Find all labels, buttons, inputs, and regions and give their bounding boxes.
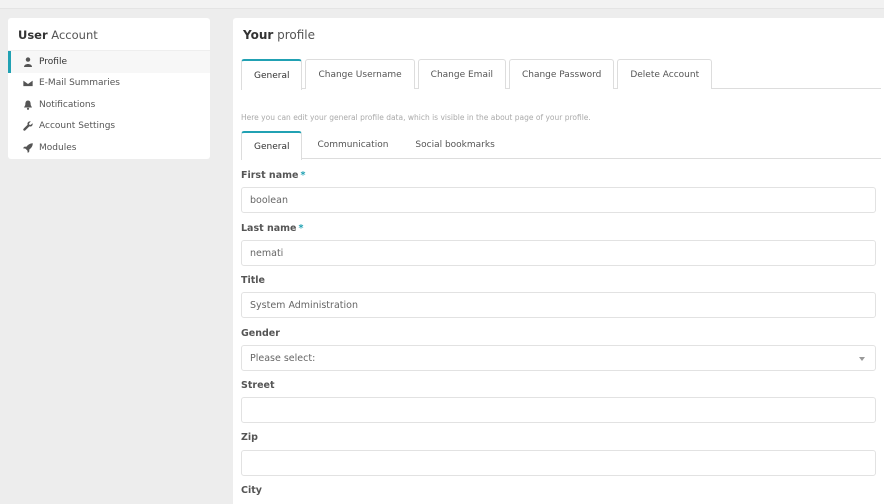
bell-icon: [21, 100, 35, 110]
account-sidebar: User Account Profile E-Mail Summaries No…: [8, 18, 210, 159]
required-marker: *: [300, 170, 306, 181]
required-marker: *: [298, 223, 304, 234]
rocket-icon: [21, 142, 35, 153]
tab-general[interactable]: General: [241, 59, 303, 90]
subtab-communication[interactable]: Communication: [305, 131, 400, 159]
sidebar-title: User Account: [8, 18, 210, 51]
sidebar-item-label: Account Settings: [39, 121, 116, 132]
wrench-icon: [21, 121, 35, 132]
tab-change-email[interactable]: Change Email: [417, 59, 506, 89]
user-icon: [21, 57, 35, 67]
street-input[interactable]: [241, 397, 876, 423]
sidebar-item-label: Profile: [39, 56, 67, 67]
tab-change-username[interactable]: Change Username: [305, 59, 415, 89]
gender-label: Gender: [241, 328, 280, 339]
gender-select[interactable]: Please select:: [241, 345, 876, 371]
caret-down-icon: [859, 357, 865, 361]
title-label: Title: [241, 275, 265, 286]
last-name-input[interactable]: nemati: [241, 240, 876, 266]
profile-tabs: General Change Username Change Email Cha…: [241, 59, 881, 90]
tab-delete-account[interactable]: Delete Account: [617, 59, 713, 89]
envelope-icon: [21, 78, 35, 88]
sidebar-item-account-settings[interactable]: Account Settings: [8, 116, 210, 138]
first-name-input[interactable]: boolean: [241, 187, 876, 213]
sidebar-item-label: Notifications: [39, 99, 96, 110]
sidebar-item-label: Modules: [39, 142, 77, 153]
last-name-label: Last name *: [241, 223, 304, 234]
subtab-general[interactable]: General: [241, 131, 303, 160]
sidebar-item-profile[interactable]: Profile: [8, 51, 210, 73]
help-text: Here you can edit your general profile d…: [241, 113, 591, 122]
first-name-label: First name *: [241, 170, 306, 181]
city-label: City: [241, 485, 262, 496]
zip-input[interactable]: [241, 450, 876, 476]
street-label: Street: [241, 380, 275, 391]
subtab-social-bookmarks[interactable]: Social bookmarks: [403, 131, 506, 159]
profile-subtabs: General Communication Social bookmarks: [241, 131, 881, 160]
profile-panel: Your profile General Change Username Cha…: [233, 18, 884, 504]
sidebar-item-notifications[interactable]: Notifications: [8, 94, 210, 116]
page-title: Your profile: [243, 28, 316, 42]
sidebar-item-email-summaries[interactable]: E-Mail Summaries: [8, 73, 210, 95]
top-bar: [0, 0, 884, 9]
tab-change-password[interactable]: Change Password: [508, 59, 615, 89]
zip-label: Zip: [241, 432, 258, 443]
title-input[interactable]: System Administration: [241, 292, 876, 318]
sidebar-item-label: E-Mail Summaries: [39, 78, 120, 89]
sidebar-item-modules[interactable]: Modules: [8, 137, 210, 159]
gender-select-value: Please select:: [250, 352, 316, 364]
